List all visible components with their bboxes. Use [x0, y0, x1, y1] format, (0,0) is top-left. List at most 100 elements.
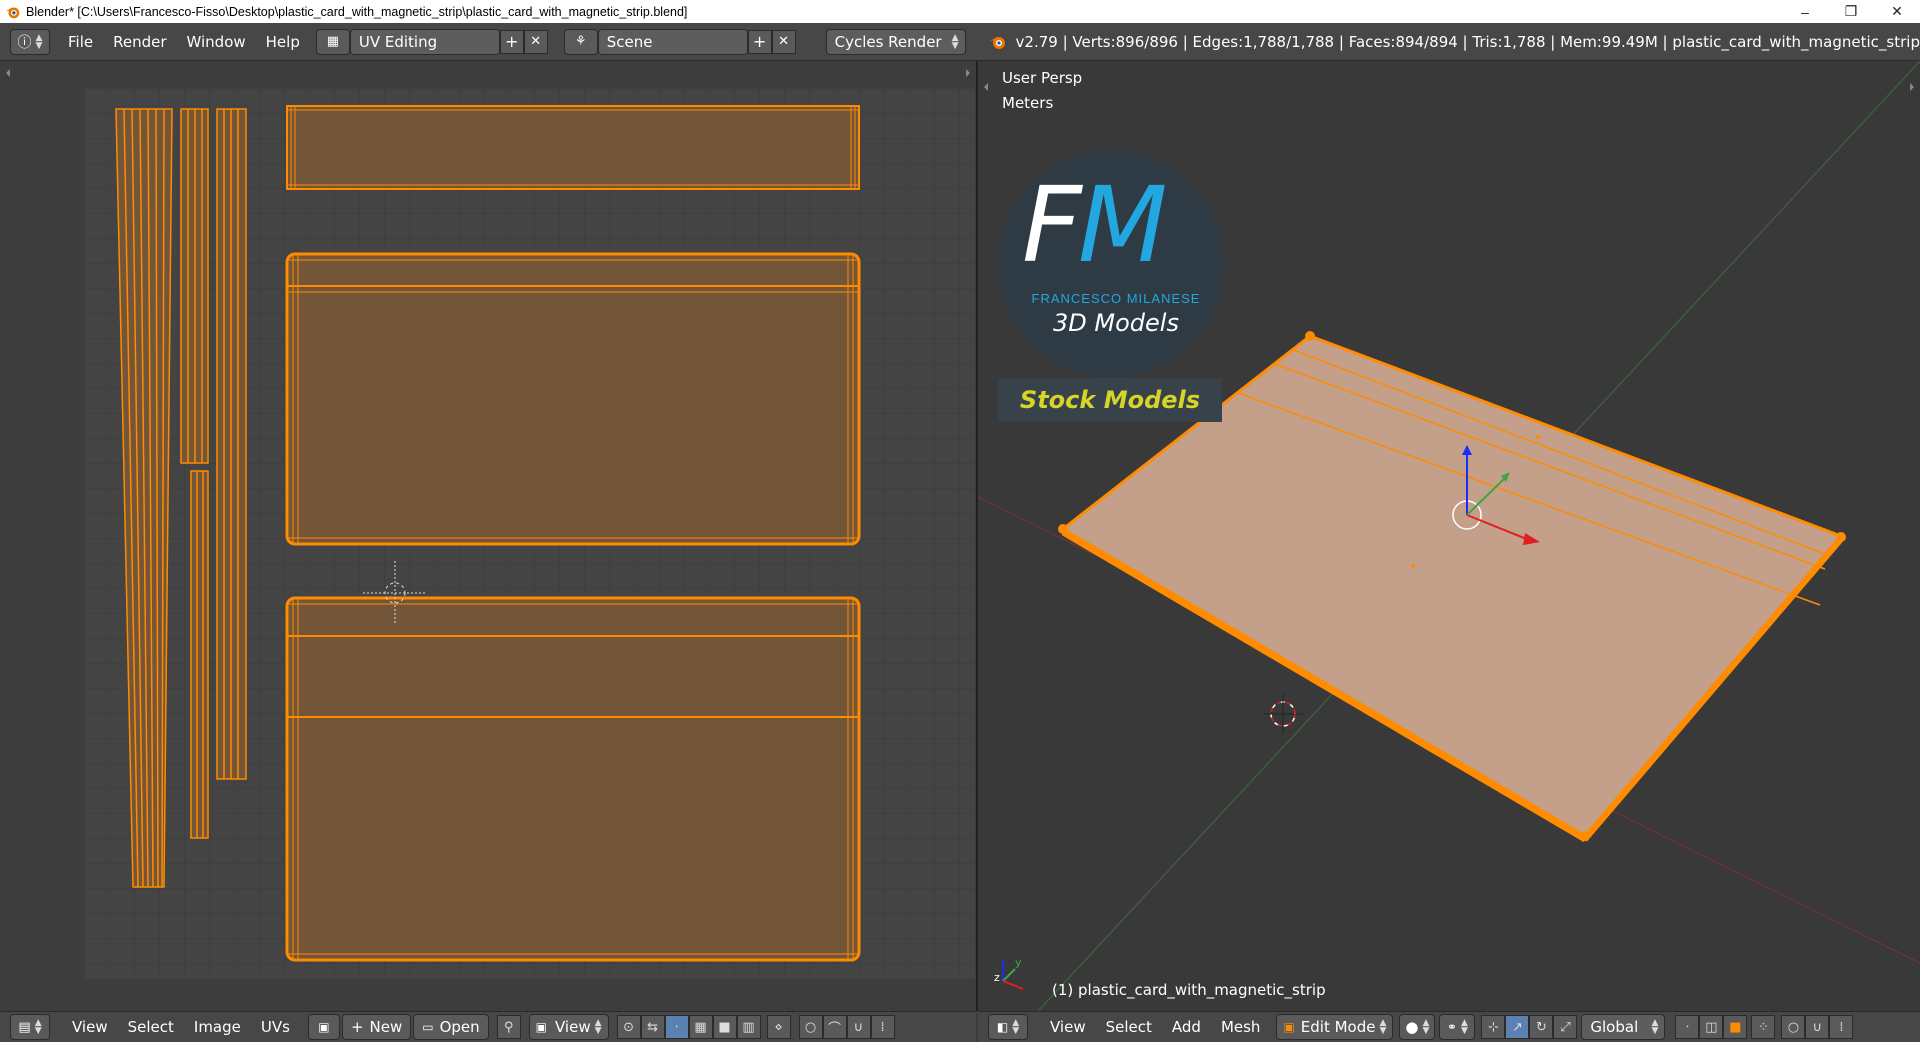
face-select-mode-button[interactable]: ■ [1723, 1015, 1748, 1039]
editor-type-uv-button[interactable]: ▤ ▲ ▼ [10, 1014, 50, 1040]
uv-island-middle[interactable] [285, 252, 861, 546]
manipulator-toggle-button[interactable]: ⊹ [1481, 1015, 1506, 1039]
3d-menu-select[interactable]: Select [1096, 1014, 1162, 1040]
render-engine-dropdown[interactable]: Cycles Render ▲ ▼ [825, 28, 966, 55]
proportional-icon: ○ [1787, 1019, 1800, 1035]
uv-menu-view[interactable]: View [62, 1014, 118, 1040]
menu-help[interactable]: Help [256, 29, 310, 55]
svg-text:y: y [1015, 956, 1022, 969]
region-expand-left-icon[interactable] [2, 69, 10, 77]
menu-file[interactable]: File [58, 29, 103, 55]
scene-field[interactable]: Scene [597, 28, 748, 55]
scale-manipulator-button[interactable]: ⤢ [1553, 1015, 1578, 1039]
rotate-icon: ↻ [1535, 1019, 1547, 1035]
island-select-button[interactable]: ▥ [736, 1015, 761, 1039]
image-editor-icon: ▤ [18, 1019, 31, 1035]
active-object-label: (1) plastic_card_with_magnetic_strip [1052, 981, 1326, 999]
uv-island-top[interactable] [286, 105, 860, 190]
sticky-selection-button[interactable]: ⋄ [766, 1015, 791, 1039]
screen-layout-selector[interactable]: ▦ [315, 28, 350, 55]
minimize-button[interactable]: – [1782, 0, 1828, 23]
uv-menu-image[interactable]: Image [184, 1014, 251, 1040]
properties-expand-icon[interactable] [1910, 83, 1918, 91]
scene-icon: ⚘ [574, 34, 587, 49]
snap-increment-icon: ⁞ [1839, 1019, 1844, 1035]
proportional-edit-button[interactable]: ○ [798, 1015, 823, 1039]
snap-element-button[interactable]: ⁞ [870, 1015, 895, 1039]
new-image-button[interactable]: + New [341, 1014, 412, 1040]
edge-select-mode-button[interactable]: ◫ [1699, 1015, 1724, 1039]
mode-dropdown[interactable]: ▣ Edit Mode ▲ ▼ [1276, 1014, 1394, 1040]
3d-menu-add[interactable]: Add [1162, 1014, 1211, 1040]
3d-menu-mesh[interactable]: Mesh [1211, 1014, 1271, 1040]
pivot-center-dropdown[interactable]: ⚭ ▲ ▼ [1439, 1014, 1476, 1040]
vertex-select-button[interactable]: ⋅ [664, 1015, 689, 1039]
plus-icon: + [350, 1018, 364, 1036]
scene-selector[interactable]: ⚘ [563, 28, 598, 55]
open-image-button[interactable]: ▭ Open [413, 1014, 489, 1040]
menu-window[interactable]: Window [177, 29, 256, 55]
region-expand-right-icon[interactable] [966, 69, 974, 77]
close-button[interactable]: ✕ [1874, 0, 1920, 23]
new-image-label: New [369, 1018, 403, 1036]
remove-screen-layout-button[interactable]: ✕ [523, 29, 548, 54]
uv-menu-select[interactable]: Select [118, 1014, 184, 1040]
remove-scene-button[interactable]: ✕ [771, 29, 796, 54]
fm-letter-f: F [1022, 164, 1082, 286]
editor-type-3d-button[interactable]: ◧ ▲ ▼ [988, 1014, 1028, 1040]
edit-mode-icon: ▣ [1283, 1020, 1295, 1034]
blender-logo-icon [5, 7, 20, 18]
blender-logo-icon [989, 36, 1005, 49]
viewport-shading-dropdown[interactable]: ● ▲ ▼ [1399, 1014, 1436, 1040]
limit-selection-visible-button[interactable]: ⁘ [1751, 1015, 1776, 1039]
rotate-manipulator-button[interactable]: ↻ [1529, 1015, 1554, 1039]
pin-image-button[interactable]: ⚲ [496, 1015, 521, 1039]
image-icon: ▣ [318, 1020, 330, 1034]
vertex-select-icon: ⋅ [1685, 1019, 1690, 1035]
proportional-edit-3d-button[interactable]: ○ [1781, 1015, 1806, 1039]
3d-menu-view[interactable]: View [1040, 1014, 1096, 1040]
uv-canvas[interactable] [0, 61, 976, 1011]
units-label: Meters [1002, 94, 1054, 112]
translate-manipulator-button[interactable]: ↗ [1505, 1015, 1530, 1039]
updown-arrows-icon: ▲ ▼ [594, 1018, 602, 1036]
updown-arrows-icon: ▲ ▼ [1379, 1018, 1387, 1036]
pivot-icon: ⚭ [1446, 1020, 1457, 1034]
maximize-button[interactable]: ❐ [1828, 0, 1874, 23]
face-select-button[interactable]: ■ [712, 1015, 737, 1039]
arrow-icon: ↗ [1511, 1019, 1523, 1035]
add-scene-button[interactable]: + [747, 29, 772, 54]
uv-view-mode-dropdown[interactable]: ▣ View ▲ ▼ [528, 1014, 609, 1040]
pivot-point-button[interactable]: ⊙ [616, 1015, 641, 1039]
uv-menu-uvs[interactable]: UVs [251, 1014, 300, 1040]
pin-icon: ⚲ [503, 1019, 514, 1035]
sync-selection-button[interactable]: ⇆ [640, 1015, 665, 1039]
add-screen-layout-button[interactable]: + [499, 29, 524, 54]
snap-element-3d-button[interactable]: ⁞ [1829, 1015, 1854, 1039]
edge-select-button[interactable]: ▦ [688, 1015, 713, 1039]
3d-cursor-icon[interactable] [1263, 694, 1303, 734]
face-select-icon: ■ [1729, 1019, 1742, 1035]
view-icon: ▣ [535, 1020, 547, 1034]
uv-image-editor[interactable] [0, 61, 976, 1011]
vertex-select-mode-button[interactable]: ⋅ [1675, 1015, 1700, 1039]
toolshelf-expand-icon[interactable] [980, 83, 988, 91]
scene-statistics: v2.79 | Verts:896/896 | Edges:1,788/1,78… [1015, 32, 1920, 51]
3d-viewport[interactable]: y z FM FRANCESCO MILANESE 3D Models Stoc… [978, 61, 1920, 1011]
updown-arrows-icon: ▲ ▼ [1422, 1018, 1430, 1036]
editor-type-info-button[interactable]: ⓘ ▲ ▼ [10, 28, 50, 55]
screen-layout-field[interactable]: UV Editing [349, 28, 500, 55]
plus-icon: + [752, 32, 767, 51]
transform-orientation-dropdown[interactable]: Global ▲ ▼ [1581, 1014, 1666, 1040]
snap-toggle-button[interactable]: ∪ [846, 1015, 871, 1039]
cube-icon: ◧ [996, 1020, 1009, 1034]
scale-icon: ⤢ [1560, 1019, 1571, 1035]
snap-toggle-3d-button[interactable]: ∪ [1805, 1015, 1830, 1039]
pivot-icon: ⊙ [623, 1019, 634, 1035]
proportional-falloff-button[interactable]: ⌒ [822, 1015, 847, 1039]
uv-island-strip-3[interactable] [216, 108, 247, 780]
menu-render[interactable]: Render [103, 29, 176, 55]
uv-island-bottom[interactable] [285, 596, 861, 962]
image-browse-button[interactable]: ▣ [307, 1014, 340, 1040]
fm-letter-m: M [1077, 164, 1168, 286]
